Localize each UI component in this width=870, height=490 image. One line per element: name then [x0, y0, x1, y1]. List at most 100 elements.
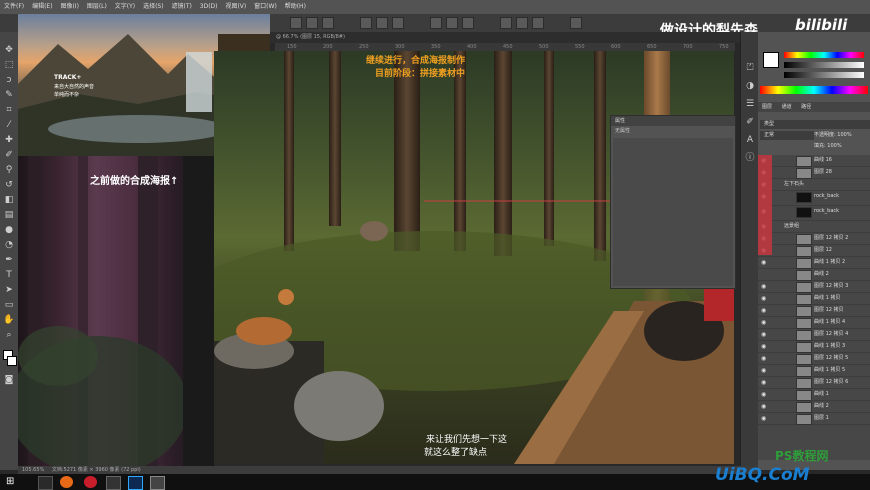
- option-button[interactable]: [446, 17, 458, 29]
- fill-field[interactable]: 填充: 100%: [814, 142, 842, 151]
- blend-mode-select[interactable]: 正常: [760, 131, 814, 140]
- layer-row[interactable]: ◉ 曲线 1: [758, 389, 870, 401]
- option-button[interactable]: [290, 17, 302, 29]
- document-tab[interactable]: @ 66.7% (图层 15, RGB/8#): [276, 34, 345, 40]
- browser-icon[interactable]: [60, 476, 73, 488]
- menu-help[interactable]: 帮助(H): [285, 3, 306, 10]
- clone-stamp-icon[interactable]: ⚲: [3, 164, 15, 176]
- layer-row[interactable]: 曲线 2: [758, 269, 870, 281]
- pen-tool-icon[interactable]: ✒: [3, 254, 15, 266]
- dodge-tool-icon[interactable]: ◔: [3, 239, 15, 251]
- app-icon[interactable]: [150, 476, 165, 490]
- option-button[interactable]: [500, 17, 512, 29]
- option-button[interactable]: [516, 17, 528, 29]
- opacity-field[interactable]: 不透明度: 100%: [814, 131, 852, 140]
- eye-icon[interactable]: ◉: [761, 319, 768, 326]
- layer-row[interactable]: ◉ 曲线 1 拷贝 5: [758, 365, 870, 377]
- brightness-slider[interactable]: [784, 72, 864, 78]
- option-button[interactable]: [532, 17, 544, 29]
- saturation-slider[interactable]: [784, 62, 864, 68]
- file-explorer-icon[interactable]: [38, 476, 53, 490]
- layer-row[interactable]: ◉ 曲线 2: [758, 401, 870, 413]
- healing-brush-icon[interactable]: ✚: [3, 134, 15, 146]
- layer-row[interactable]: ◉曲线 16: [758, 155, 870, 167]
- hue-slider[interactable]: [784, 52, 864, 58]
- crop-tool-icon[interactable]: ⌗: [3, 104, 15, 116]
- layer-row[interactable]: ◉ 图层 12 拷贝 6: [758, 377, 870, 389]
- zoom-tool-icon[interactable]: ⌕: [3, 329, 15, 341]
- option-button[interactable]: [570, 17, 582, 29]
- eye-icon[interactable]: ◉: [761, 307, 768, 314]
- layer-row[interactable]: ◉rock_back: [758, 191, 870, 206]
- menu-view[interactable]: 视图(V): [225, 3, 246, 10]
- menu-filter[interactable]: 滤镜(T): [172, 3, 192, 10]
- layer-row[interactable]: ◉图层 12 拷贝 2: [758, 233, 870, 245]
- layer-row[interactable]: ◉ 图层 12 拷贝: [758, 305, 870, 317]
- layer-row[interactable]: ◉ 图层 12 拷贝 3: [758, 281, 870, 293]
- eye-icon[interactable]: ◉: [761, 343, 768, 350]
- tab-paths[interactable]: 路径: [801, 104, 811, 110]
- layer-row[interactable]: ◉图层 28: [758, 167, 870, 179]
- layer-row[interactable]: ◉ 曲线 1 拷贝: [758, 293, 870, 305]
- brush-panel-icon[interactable]: ✐: [744, 116, 756, 128]
- gradient-tool-icon[interactable]: ▤: [3, 209, 15, 221]
- history-panel-icon[interactable]: ⏍: [744, 62, 756, 74]
- menu-select[interactable]: 选择(S): [143, 3, 164, 10]
- properties-header[interactable]: 属性: [611, 116, 735, 126]
- layer-row[interactable]: ◉rock_back: [758, 206, 870, 221]
- lasso-tool-icon[interactable]: ↄ: [3, 74, 15, 86]
- eye-icon[interactable]: ◉: [761, 283, 768, 290]
- tab-layers[interactable]: 图层: [762, 104, 772, 110]
- option-button[interactable]: [376, 17, 388, 29]
- menu-layer[interactable]: 图层(L): [87, 3, 107, 10]
- eye-icon[interactable]: ◉: [761, 391, 768, 398]
- option-button[interactable]: [462, 17, 474, 29]
- tab-channels[interactable]: 通道: [782, 104, 792, 110]
- option-button[interactable]: [306, 17, 318, 29]
- properties-panel-icon[interactable]: ☰: [744, 98, 756, 110]
- option-button[interactable]: [360, 17, 372, 29]
- layer-group-row[interactable]: ◉左下石头: [758, 179, 870, 191]
- shape-tool-icon[interactable]: ▭: [3, 299, 15, 311]
- history-brush-icon[interactable]: ↺: [3, 179, 15, 191]
- hand-tool-icon[interactable]: ✋: [3, 314, 15, 326]
- layer-row[interactable]: ◉ 图层 1: [758, 413, 870, 425]
- color-foreground[interactable]: [763, 52, 779, 68]
- menu-image[interactable]: 图像(I): [60, 3, 78, 10]
- adjustments-panel-icon[interactable]: ◑: [744, 80, 756, 92]
- menu-edit[interactable]: 编辑(E): [32, 3, 52, 10]
- photoshop-icon[interactable]: [128, 476, 143, 490]
- eyedropper-icon[interactable]: ⁄: [3, 119, 15, 131]
- quick-select-icon[interactable]: ✎: [3, 89, 15, 101]
- type-tool-icon[interactable]: T: [3, 269, 15, 281]
- eye-icon[interactable]: ◉: [761, 259, 768, 266]
- eye-icon[interactable]: ◉: [761, 379, 768, 386]
- layer-row[interactable]: ◉ 曲线 1 拷贝 4: [758, 317, 870, 329]
- layer-group-row[interactable]: ◉远景组: [758, 221, 870, 233]
- menu-window[interactable]: 窗口(W): [254, 3, 277, 10]
- app-icon[interactable]: [84, 476, 97, 488]
- path-select-icon[interactable]: ➤: [3, 284, 15, 296]
- brush-tool-icon[interactable]: ✐: [3, 149, 15, 161]
- character-panel-icon[interactable]: A: [744, 134, 756, 146]
- eye-icon[interactable]: ◉: [761, 415, 768, 422]
- info-panel-icon[interactable]: ⓘ: [744, 152, 756, 164]
- eye-icon[interactable]: ◉: [761, 355, 768, 362]
- layer-row[interactable]: ◉ 曲线 1 拷贝 3: [758, 341, 870, 353]
- eye-icon[interactable]: ◉: [761, 295, 768, 302]
- eye-icon[interactable]: [761, 271, 768, 278]
- background-color-swatch[interactable]: [7, 356, 17, 366]
- option-button[interactable]: [322, 17, 334, 29]
- quick-mask-icon[interactable]: ◙: [3, 374, 15, 386]
- layer-kind-filter[interactable]: 类型: [760, 120, 870, 129]
- move-tool-icon[interactable]: ✥: [3, 44, 15, 56]
- eraser-tool-icon[interactable]: ◧: [3, 194, 15, 206]
- menu-3d[interactable]: 3D(D): [200, 3, 218, 10]
- blur-tool-icon[interactable]: ●: [3, 224, 15, 236]
- marquee-tool-icon[interactable]: ⬚: [3, 59, 15, 71]
- option-button[interactable]: [392, 17, 404, 29]
- app-icon[interactable]: [106, 476, 121, 490]
- menu-file[interactable]: 文件(F): [4, 3, 24, 10]
- color-ramp[interactable]: [760, 86, 868, 94]
- eye-icon[interactable]: ◉: [761, 367, 768, 374]
